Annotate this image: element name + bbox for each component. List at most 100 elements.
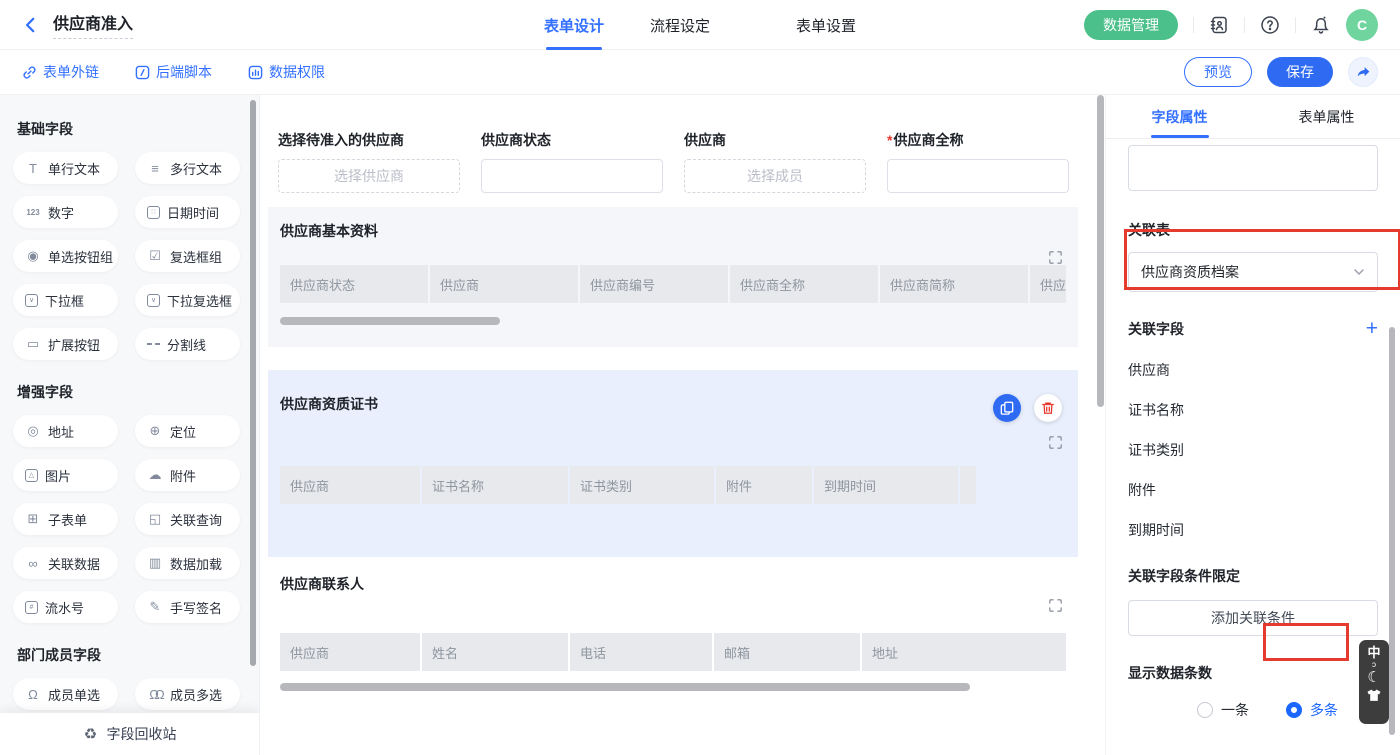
- user-avatar[interactable]: C: [1346, 9, 1378, 41]
- field-type-attachment[interactable]: ☁附件: [135, 459, 240, 491]
- field-type-member-multi[interactable]: ΩΩ成员多选: [135, 678, 240, 710]
- relation-table-select[interactable]: 供应商资质档案: [1128, 252, 1378, 292]
- relation-field-item[interactable]: 证书类别: [1128, 440, 1378, 460]
- field-type-data-load[interactable]: ▥数据加载: [135, 547, 240, 579]
- radio-many-records-selected[interactable]: 多条: [1286, 700, 1338, 720]
- subform-title: 供应商资质证书: [280, 394, 1066, 414]
- tab-flow-setting[interactable]: 流程设定: [650, 0, 710, 50]
- expand-icon[interactable]: [1049, 251, 1062, 267]
- add-relation-field-button[interactable]: +: [1366, 321, 1378, 337]
- notification-bell-icon[interactable]: [1311, 15, 1331, 35]
- column-header[interactable]: 地址: [862, 633, 1066, 671]
- field-type-extend-button[interactable]: ▭扩展按钮: [13, 328, 118, 360]
- relation-field-item[interactable]: 证书名称: [1128, 400, 1378, 420]
- column-header[interactable]: 供应商全称: [730, 265, 878, 303]
- column-header[interactable]: 供应商状态: [280, 265, 428, 303]
- field-type-location[interactable]: ⊕定位: [135, 415, 240, 447]
- field-type-serial-number[interactable]: #流水号: [13, 591, 118, 623]
- field-type-image[interactable]: △图片: [13, 459, 118, 491]
- field-supplier-fullname[interactable]: *供应商全称: [887, 130, 1069, 193]
- divider: [1193, 17, 1194, 33]
- column-header[interactable]: 附件: [716, 466, 812, 504]
- subform-supplier-certificates-selected[interactable]: 供应商资质证书 供应商 证书名称 证书类别 附件 到期时间: [268, 370, 1078, 557]
- column-header[interactable]: 供应商: [280, 633, 420, 671]
- header-tabs: 表单设计 流程设定 表单设置: [544, 0, 856, 50]
- expand-icon[interactable]: [1049, 599, 1062, 615]
- panel-scrollbar[interactable]: [1389, 327, 1395, 735]
- column-header[interactable]: 姓名: [422, 633, 568, 671]
- table-horizontal-scrollbar[interactable]: [280, 683, 970, 691]
- top-header: 供应商准入 表单设计 流程设定 表单设置 数据管理 C: [0, 0, 1400, 50]
- column-header[interactable]: 供应商简称: [880, 265, 1028, 303]
- cloud-upload-icon: ☁: [147, 467, 163, 483]
- people-icon: ΩΩ: [147, 687, 163, 702]
- field-type-relation-query[interactable]: ◱关联查询: [135, 503, 240, 535]
- column-header[interactable]: 电话: [570, 633, 712, 671]
- column-header[interactable]: 证书类别: [570, 466, 714, 504]
- column-header[interactable]: 证书名称: [422, 466, 568, 504]
- field-type-signature[interactable]: ✎手写签名: [135, 591, 240, 623]
- page-title[interactable]: 供应商准入: [53, 10, 133, 39]
- relation-field-item[interactable]: 附件: [1128, 480, 1378, 500]
- subform-supplier-contacts[interactable]: 供应商联系人 供应商 姓名 电话 邮箱 地址: [268, 557, 1078, 705]
- field-recycle-bin[interactable]: ♻ 字段回收站: [0, 713, 259, 755]
- save-button[interactable]: 保存: [1267, 57, 1333, 87]
- field-type-subform[interactable]: ⊞子表单: [13, 503, 118, 535]
- preview-button[interactable]: 预览: [1184, 57, 1252, 87]
- column-header[interactable]: 供应商编号: [580, 265, 728, 303]
- column-header[interactable]: 供应商: [430, 265, 578, 303]
- canvas-scrollbar[interactable]: [1097, 95, 1104, 407]
- add-relation-condition-button[interactable]: 添加关联条件: [1128, 600, 1378, 636]
- radio-one-record[interactable]: 一条: [1197, 700, 1249, 720]
- copy-button[interactable]: [993, 394, 1021, 422]
- backend-script-link[interactable]: 后端脚本: [135, 62, 212, 82]
- ime-float-widget[interactable]: 中 ɔ ☾: [1359, 640, 1389, 724]
- field-type-multi-select[interactable]: ∨下拉复选框: [135, 284, 240, 316]
- field-type-divider-line[interactable]: 分割线: [135, 328, 240, 360]
- field-type-select[interactable]: ∨下拉框: [13, 284, 118, 316]
- column-header[interactable]: 到期时间: [814, 466, 958, 504]
- sidebar-scrollbar[interactable]: [250, 100, 256, 666]
- help-icon[interactable]: [1260, 15, 1280, 35]
- field-supplier-status[interactable]: 供应商状态: [481, 130, 663, 193]
- field-type-number[interactable]: 123数字: [13, 196, 118, 228]
- data-manage-button[interactable]: 数据管理: [1084, 10, 1178, 40]
- field-type-relation-data[interactable]: ∞关联数据: [13, 547, 118, 579]
- data-permission-link[interactable]: 数据权限: [248, 62, 325, 82]
- relation-field-item[interactable]: 供应商: [1128, 360, 1378, 380]
- select-supplier-input[interactable]: 选择供应商: [278, 159, 460, 193]
- column-header[interactable]: 邮箱: [714, 633, 860, 671]
- form-external-link-label: 表单外链: [43, 62, 99, 82]
- delete-button[interactable]: [1034, 394, 1062, 422]
- column-header-empty[interactable]: [960, 466, 976, 504]
- column-header[interactable]: 供应商: [280, 466, 420, 504]
- supplier-status-input[interactable]: [481, 159, 663, 193]
- field-type-member-single[interactable]: Ω成员单选: [13, 678, 118, 710]
- contacts-book-icon[interactable]: [1209, 15, 1229, 35]
- tab-form-setting[interactable]: 表单设置: [796, 0, 856, 50]
- field-select-pending-supplier[interactable]: 选择待准入的供应商 选择供应商: [278, 130, 460, 193]
- tab-form-properties[interactable]: 表单属性: [1253, 95, 1400, 138]
- field-text-input[interactable]: [1128, 145, 1378, 191]
- field-type-multi-line-text[interactable]: ≡多行文本: [135, 152, 240, 184]
- table-horizontal-scrollbar[interactable]: [280, 317, 500, 325]
- field-type-single-line-text[interactable]: T单行文本: [13, 152, 118, 184]
- select-member-input[interactable]: 选择成员: [684, 159, 866, 193]
- field-type-datetime[interactable]: ∷日期时间: [135, 196, 240, 228]
- field-type-radio-group[interactable]: ◉单选按钮组: [13, 240, 118, 272]
- field-label: 选择待准入的供应商: [278, 130, 460, 150]
- supplier-fullname-input[interactable]: [887, 159, 1069, 193]
- column-header-truncated[interactable]: 供应产: [1030, 265, 1066, 303]
- field-label: *供应商全称: [887, 130, 1069, 150]
- tab-field-properties[interactable]: 字段属性: [1106, 95, 1253, 138]
- field-type-checkbox-group[interactable]: ☑复选框组: [135, 240, 240, 272]
- share-button[interactable]: [1348, 57, 1378, 87]
- form-external-link[interactable]: 表单外链: [22, 62, 99, 82]
- field-type-address[interactable]: ◎地址: [13, 415, 118, 447]
- subform-supplier-basic-info[interactable]: 供应商基本资料 供应商状态 供应商 供应商编号 供应商全称 供应商简称 供应产: [268, 207, 1078, 347]
- back-icon[interactable]: [22, 16, 40, 34]
- tab-form-design[interactable]: 表单设计: [544, 0, 604, 50]
- expand-icon[interactable]: [1049, 436, 1062, 452]
- field-supplier-member[interactable]: 供应商 选择成员: [684, 130, 866, 193]
- relation-field-item[interactable]: 到期时间: [1128, 520, 1378, 540]
